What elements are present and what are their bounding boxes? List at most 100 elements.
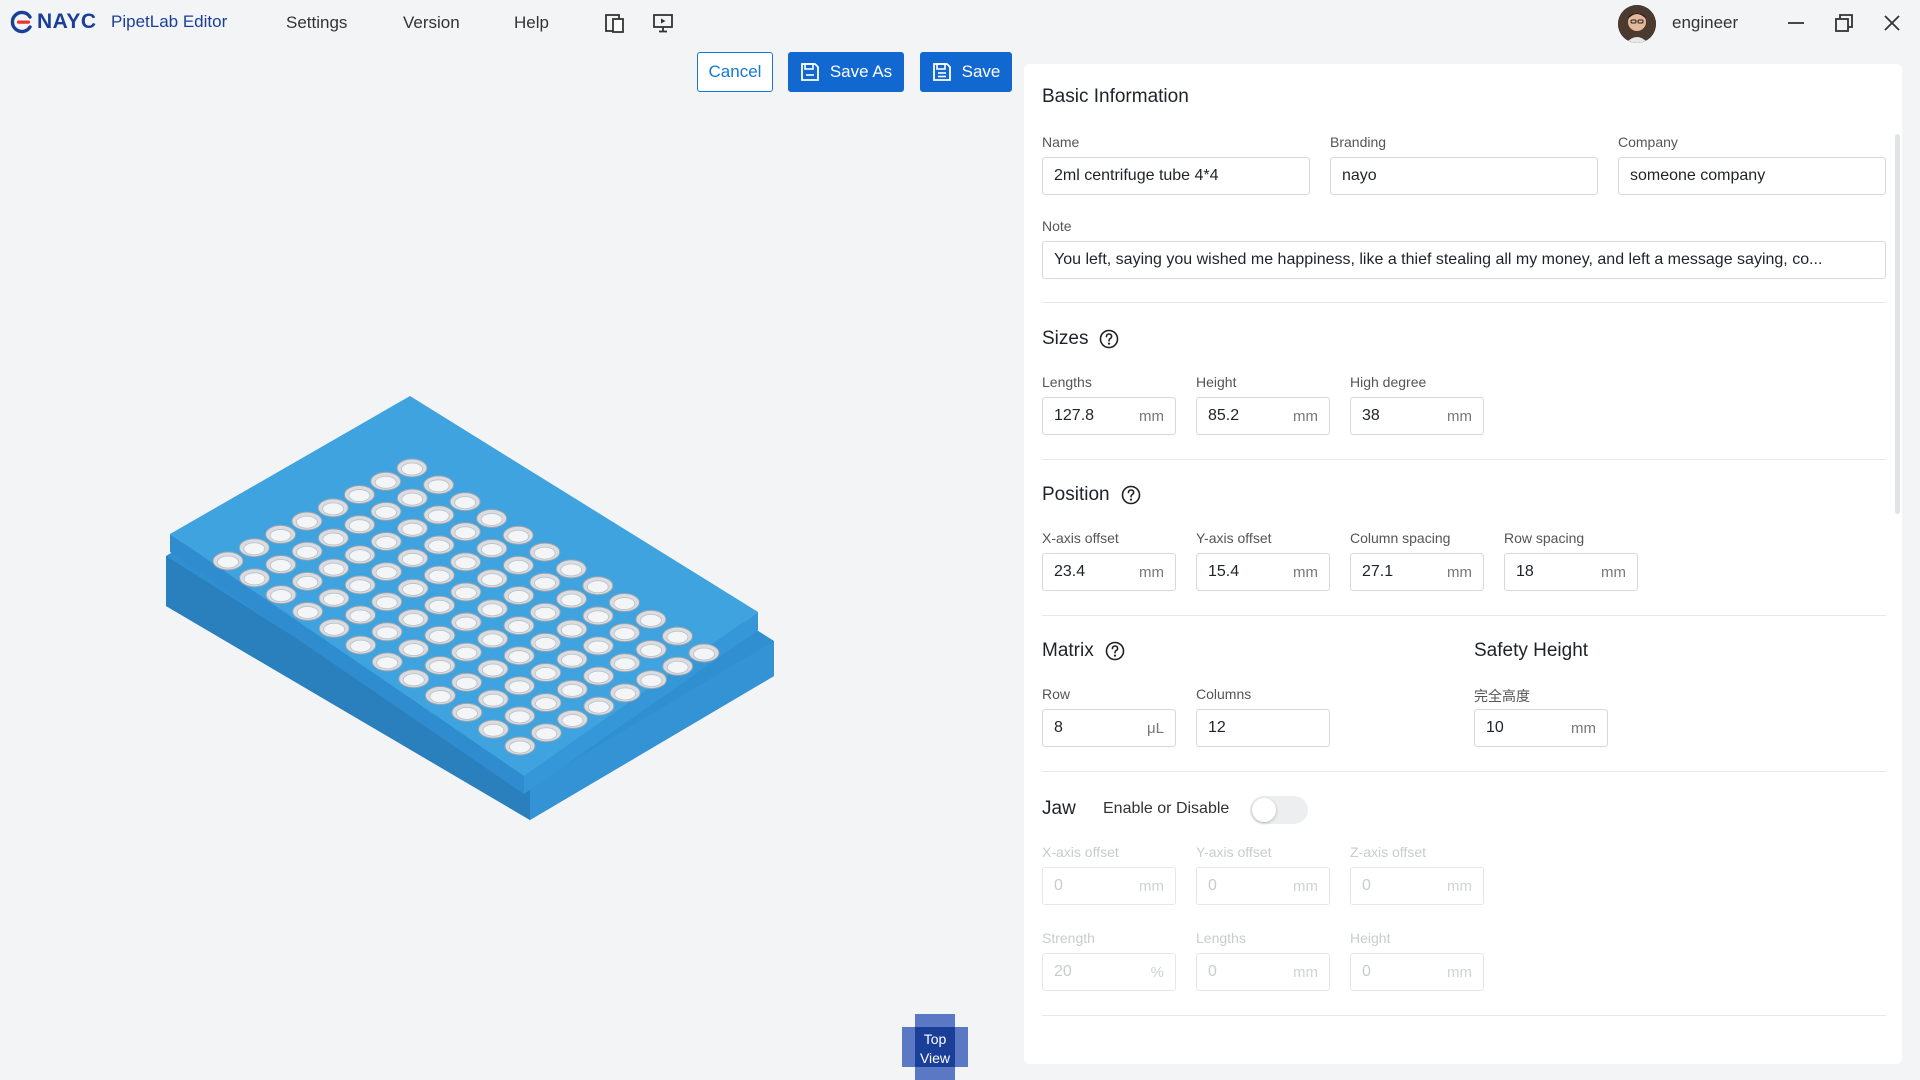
well-inner — [402, 643, 425, 657]
well-inner — [640, 644, 663, 657]
3d-viewer[interactable]: Top View — [0, 46, 1024, 1080]
jaw-y-offset-field[interactable]: 0 mm — [1196, 867, 1330, 905]
layout-icon[interactable] — [604, 12, 626, 34]
well-inner — [613, 597, 636, 610]
unit-label: mm — [1139, 407, 1164, 425]
well-inner — [401, 462, 423, 476]
row-label: Row — [1042, 686, 1071, 702]
lengths-field[interactable]: 127.8 mm — [1042, 397, 1176, 435]
y-offset-field[interactable]: 15.4 mm — [1196, 553, 1330, 591]
well-inner — [376, 656, 399, 670]
divider — [1042, 771, 1886, 772]
unit-label: mm — [1293, 407, 1318, 425]
well-inner — [482, 663, 504, 677]
top-view-button[interactable]: Top View — [902, 1014, 968, 1080]
menu-settings[interactable]: Settings — [286, 13, 347, 33]
menu-help[interactable]: Help — [514, 13, 549, 33]
high-degree-field[interactable]: 38 mm — [1350, 397, 1484, 435]
well-inner — [323, 592, 345, 606]
x-offset-field[interactable]: 23.4 mm — [1042, 553, 1176, 591]
well-inner — [480, 543, 503, 556]
jaw-x-offset-field[interactable]: 0 mm — [1042, 867, 1176, 905]
well-inner — [429, 690, 452, 703]
well-inner — [375, 505, 397, 519]
well-inner — [561, 714, 584, 727]
well-inner — [428, 629, 451, 643]
position-title-text: Position — [1042, 484, 1110, 505]
avatar[interactable] — [1618, 5, 1656, 43]
note-field[interactable]: You left, saying you wished me happiness… — [1042, 241, 1886, 279]
close-icon[interactable] — [1881, 12, 1903, 34]
well-inner — [349, 639, 372, 653]
well-inner — [269, 559, 292, 572]
columns-field[interactable]: 12 — [1196, 709, 1330, 747]
section-safety-title: Safety Height — [1474, 640, 1588, 662]
safety-height-field[interactable]: 10 mm — [1474, 709, 1608, 747]
well-inner — [455, 676, 478, 690]
help-icon[interactable] — [1099, 329, 1119, 349]
well-inner — [376, 626, 398, 640]
panel-scrollbar[interactable] — [1895, 134, 1900, 514]
jaw-enable-toggle[interactable] — [1250, 796, 1308, 824]
well-inner — [508, 650, 531, 664]
logo-icon — [10, 10, 32, 34]
well-inner — [375, 566, 398, 579]
y-offset-value: 15.4 — [1208, 563, 1240, 580]
minimize-icon[interactable] — [1785, 12, 1807, 34]
well-inner — [217, 555, 239, 569]
well-inner — [481, 603, 504, 617]
well-inner — [402, 583, 424, 596]
divider — [1042, 1015, 1886, 1016]
jaw-z-offset-field[interactable]: 0 mm — [1350, 867, 1484, 905]
help-icon[interactable] — [1121, 485, 1141, 505]
username[interactable]: engineer — [1672, 13, 1738, 33]
branding-field[interactable]: nayo — [1330, 157, 1598, 195]
well-inner — [427, 479, 450, 493]
well-plate-model[interactable] — [0, 46, 1024, 1080]
well-inner — [402, 613, 425, 626]
row-field[interactable]: 8 μL — [1042, 709, 1176, 747]
company-field[interactable]: someone company — [1618, 157, 1886, 195]
help-icon[interactable] — [1105, 641, 1125, 661]
height-field[interactable]: 85.2 mm — [1196, 397, 1330, 435]
well-inner — [349, 609, 372, 623]
jaw-z-offset-label: Z-axis offset — [1350, 844, 1426, 860]
company-value: someone company — [1630, 167, 1766, 184]
well-inner — [587, 610, 609, 624]
jaw-lengths-field[interactable]: 0 mm — [1196, 953, 1330, 991]
well-inner — [560, 593, 583, 607]
well-inner — [535, 697, 557, 711]
column-spacing-field[interactable]: 27.1 mm — [1350, 553, 1484, 591]
columns-label: Columns — [1196, 686, 1252, 702]
menu-version[interactable]: Version — [403, 13, 460, 33]
jaw-z-offset-value: 0 — [1362, 877, 1371, 894]
note-value: You left, saying you wished me happiness… — [1054, 251, 1823, 268]
well-inner — [586, 580, 609, 594]
row-value: 8 — [1054, 719, 1063, 736]
jaw-strength-field[interactable]: 20 % — [1042, 953, 1176, 991]
jaw-title-text: Jaw — [1042, 798, 1076, 819]
well-inner — [561, 653, 583, 667]
restore-icon[interactable] — [1833, 12, 1855, 34]
presentation-icon[interactable] — [652, 12, 674, 34]
well-inner — [508, 680, 531, 694]
name-field[interactable]: 2ml centrifuge tube 4*4 — [1042, 157, 1310, 195]
well-inner — [509, 740, 531, 754]
well-inner — [243, 572, 266, 586]
divider — [1042, 302, 1886, 303]
column-spacing-value: 27.1 — [1362, 563, 1394, 580]
jaw-height-field[interactable]: 0 mm — [1350, 953, 1484, 991]
row-spacing-field[interactable]: 18 mm — [1504, 553, 1638, 591]
well-inner — [507, 590, 530, 603]
well-inner — [482, 693, 505, 707]
toggle-knob — [1252, 798, 1276, 822]
well-inner — [375, 596, 398, 610]
height-value: 85.2 — [1208, 407, 1240, 424]
well-inner — [534, 606, 557, 620]
jaw-height-value: 0 — [1362, 963, 1371, 980]
well-inner — [613, 627, 636, 641]
sizes-title-text: Sizes — [1042, 328, 1089, 349]
well-inner — [322, 532, 345, 546]
well-inner — [454, 496, 476, 510]
basic-title-text: Basic Information — [1042, 86, 1189, 107]
